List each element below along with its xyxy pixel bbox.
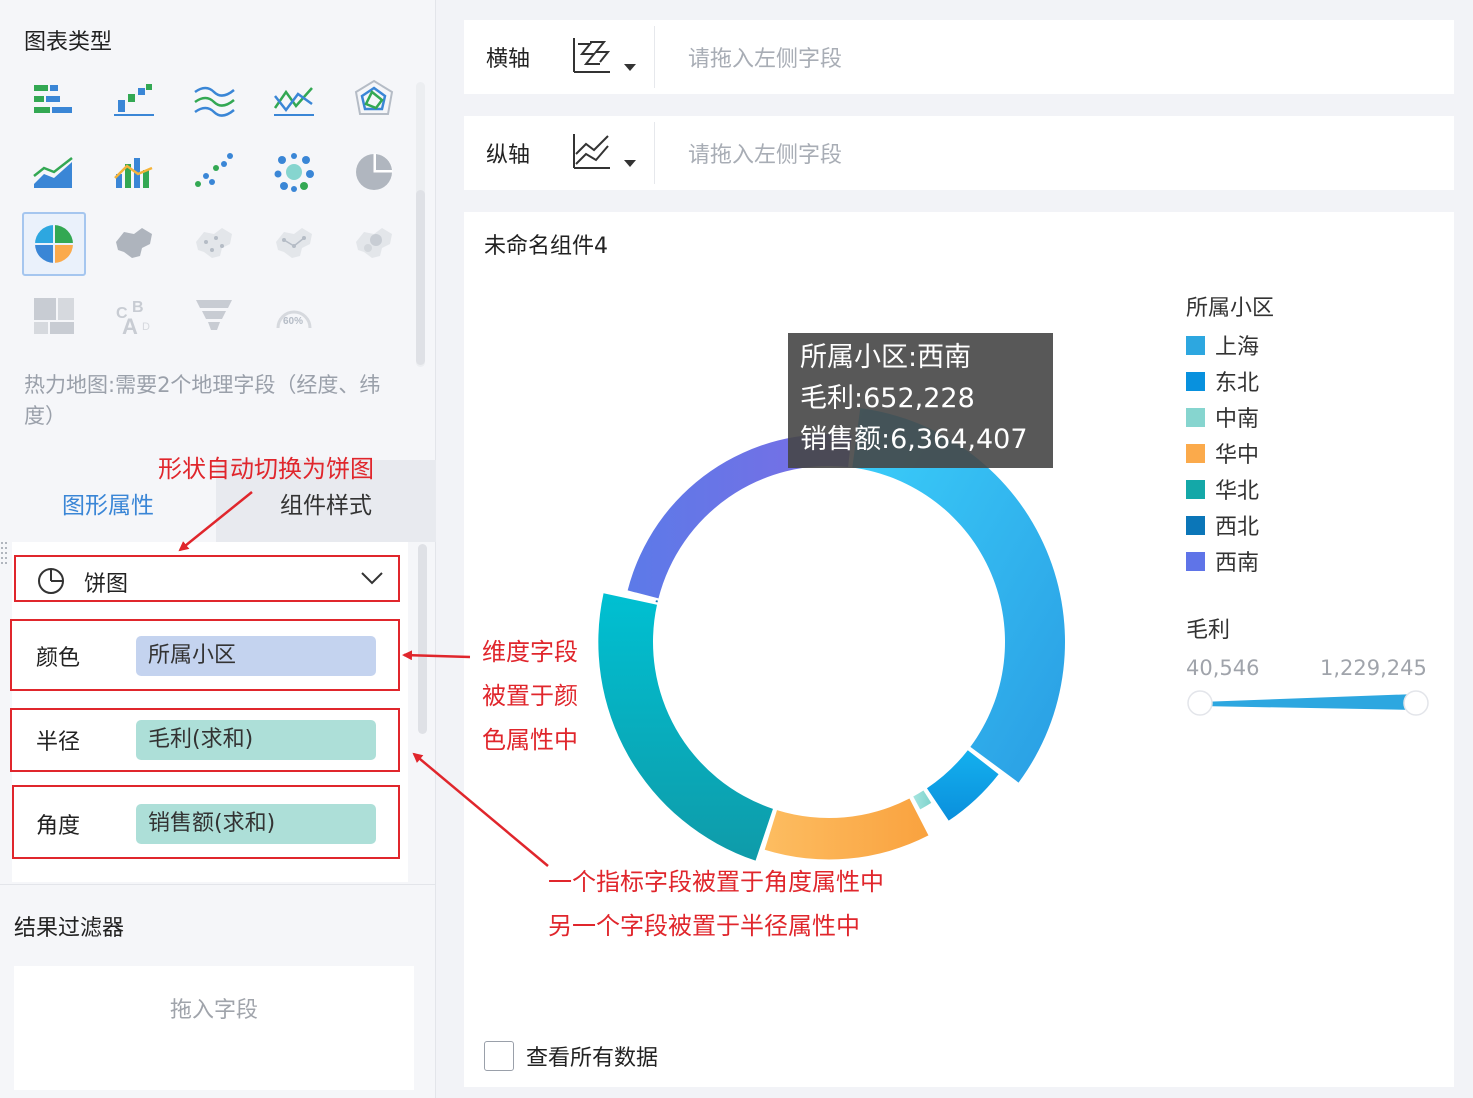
legend-label: 西南 — [1215, 551, 1260, 576]
legend-label: 西北 — [1215, 515, 1260, 540]
pie-icon[interactable] — [342, 140, 406, 204]
show-all-checkbox[interactable] — [484, 1041, 514, 1071]
result-filter-title: 结果过滤器 — [14, 916, 125, 941]
annotation-dim-line: 被置于颜 — [482, 682, 578, 710]
legend-item[interactable]: 上海 — [1186, 332, 1260, 360]
treemap-icon[interactable] — [22, 284, 86, 348]
gauge-icon[interactable]: 60% — [262, 284, 326, 348]
x-axis-bar: 横轴 请拖入左侧字段 — [464, 20, 1454, 94]
annotation-shape: 形状自动切换为饼图 — [158, 455, 374, 483]
legend-swatch — [1186, 407, 1205, 427]
pie-slice[interactable] — [598, 593, 773, 861]
left-panel: 图表类型 C B A D 60% 热力地图:需要2个地理字段（经度、纬度） 图形… — [0, 0, 436, 1098]
funnel-icon[interactable] — [182, 284, 246, 348]
size-legend-slider[interactable] — [1184, 688, 1434, 718]
filter-placeholder: 拖入字段 — [169, 998, 258, 1023]
tooltip-line-profit: 毛利:652,228 — [800, 383, 975, 414]
annotation-box-color — [10, 619, 400, 691]
pie-slice[interactable] — [764, 798, 929, 860]
radar-icon[interactable] — [342, 68, 406, 132]
y-axis-caret-icon[interactable] — [624, 160, 636, 167]
divider — [654, 122, 655, 184]
word-cloud-icon[interactable]: CBAD — [102, 284, 166, 348]
pie-slice[interactable] — [926, 750, 999, 821]
show-all-label: 查看所有数据 — [526, 1046, 659, 1071]
legend-item[interactable]: 中南 — [1186, 404, 1260, 432]
line-chart-icon[interactable] — [262, 68, 326, 132]
y-axis-type-icon[interactable] — [570, 132, 614, 176]
legend-item[interactable]: 西南 — [1186, 548, 1260, 576]
chart-tooltip: 所属小区:西南 毛利:652,228 销售额:6,364,407 — [788, 333, 1053, 468]
legend-swatch — [1186, 479, 1205, 499]
annotation-box-angle — [12, 785, 400, 859]
annotation-measure-line: 另一个字段被置于半径属性中 — [548, 912, 860, 940]
drag-handle-icon[interactable] — [0, 540, 10, 568]
legend-swatch — [1186, 443, 1205, 463]
legend-swatch — [1186, 371, 1205, 391]
legend-label: 上海 — [1215, 335, 1260, 360]
divider — [0, 884, 436, 885]
x-axis-drop-placeholder[interactable]: 请拖入左侧字段 — [688, 41, 842, 73]
bar-chart-icon[interactable] — [22, 68, 86, 132]
legend-item[interactable]: 西北 — [1186, 512, 1260, 540]
filter-drop-zone[interactable]: 拖入字段 — [14, 966, 414, 1090]
annotation-measure-line: 一个指标字段被置于角度属性中 — [548, 868, 884, 896]
tooltip-line-region: 所属小区:西南 — [800, 342, 972, 373]
chart-hint: 热力地图:需要2个地理字段（经度、纬度） — [24, 373, 381, 428]
pie-slice[interactable] — [913, 790, 932, 810]
svg-text:A: A — [122, 314, 138, 336]
heat-map-icon[interactable] — [342, 212, 406, 276]
annotation-dim-line: 色属性中 — [482, 726, 578, 754]
annotation-box-shape — [14, 555, 400, 602]
legend-swatch — [1186, 335, 1205, 355]
map-icon[interactable] — [102, 212, 166, 276]
slider-handle-max[interactable] — [1403, 690, 1429, 716]
slider-handle-min[interactable] — [1187, 690, 1213, 716]
chart-type-scrollbar[interactable] — [416, 190, 425, 365]
x-axis-caret-icon[interactable] — [624, 64, 636, 71]
divider — [654, 26, 655, 88]
rose-pie-icon[interactable] — [22, 212, 86, 276]
legend-label: 中南 — [1215, 407, 1260, 432]
legend-swatch — [1186, 515, 1205, 535]
scatter-icon[interactable] — [182, 140, 246, 204]
chart-type-title: 图表类型 — [24, 30, 113, 55]
flow-map-icon[interactable] — [262, 212, 326, 276]
area-chart-icon[interactable] — [22, 140, 86, 204]
annotation-measure: 一个指标字段被置于角度属性中 另一个字段被置于半径属性中 — [548, 860, 884, 948]
show-all-data[interactable]: 查看所有数据 — [484, 1040, 658, 1072]
legend-label: 华北 — [1215, 479, 1260, 504]
legend-swatch — [1186, 551, 1205, 571]
combo-chart-icon[interactable] — [102, 140, 166, 204]
stacked-step-icon[interactable] — [102, 68, 166, 132]
y-axis-drop-placeholder[interactable]: 请拖入左侧字段 — [688, 137, 842, 169]
legend-label: 华中 — [1215, 443, 1260, 468]
property-scrollbar[interactable] — [418, 544, 427, 734]
area-line-icon[interactable] — [182, 68, 246, 132]
pie-slice[interactable] — [655, 600, 658, 603]
x-axis-label: 横轴 — [486, 47, 531, 72]
svg-text:60%: 60% — [283, 316, 303, 327]
tooltip-line-sales: 销售额:6,364,407 — [800, 424, 1028, 455]
bubble-icon[interactable] — [262, 140, 326, 204]
legend-label: 东北 — [1215, 371, 1260, 396]
legend-item[interactable]: 华中 — [1186, 440, 1260, 468]
point-map-icon[interactable] — [182, 212, 246, 276]
annotation-dim-line: 维度字段 — [482, 638, 578, 666]
legend-item[interactable]: 东北 — [1186, 368, 1260, 396]
svg-text:D: D — [142, 321, 150, 333]
y-axis-bar: 纵轴 请拖入左侧字段 — [464, 116, 1454, 190]
annotation-dim: 维度字段 被置于颜 色属性中 — [482, 630, 578, 762]
legend-title: 所属小区 — [1186, 296, 1275, 321]
x-axis-type-icon[interactable] — [570, 36, 614, 80]
y-axis-label: 纵轴 — [486, 143, 531, 168]
size-legend-max: 1,229,245 — [1320, 656, 1427, 680]
legend-item[interactable]: 华北 — [1186, 476, 1260, 504]
size-legend-min: 40,546 — [1186, 656, 1260, 680]
size-legend-title: 毛利 — [1186, 618, 1231, 643]
annotation-box-radius — [10, 708, 400, 772]
